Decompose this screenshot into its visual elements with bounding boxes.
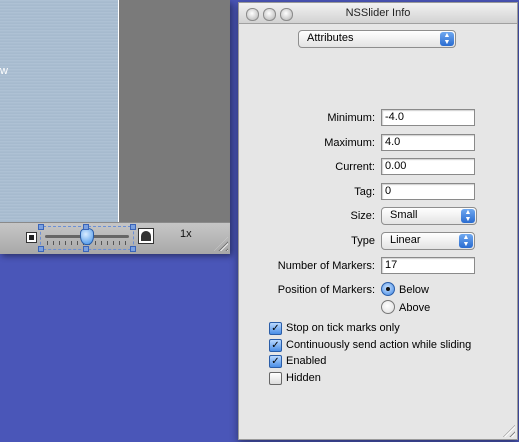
radio-below[interactable] — [381, 282, 395, 296]
continuous-action-label: Continuously send action while sliding — [286, 339, 472, 351]
number-of-markers-label: Number of Markers: — [277, 260, 375, 272]
enabled-checkbox[interactable]: ✓ — [269, 355, 282, 368]
selection-handle[interactable] — [130, 246, 136, 252]
radio-above-label: Above — [399, 302, 431, 314]
section-popup[interactable]: Attributes ▲ ▼ — [298, 30, 456, 48]
radio-above[interactable] — [381, 300, 395, 314]
zoom-slider[interactable] — [38, 224, 136, 252]
current-label: Current: — [335, 161, 375, 173]
hidden-label: Hidden — [286, 372, 321, 384]
type-label: Type — [351, 235, 375, 247]
tag-field[interactable]: 0 — [381, 183, 475, 200]
size-popup[interactable]: Small ▲ ▼ — [381, 207, 477, 225]
tag-label: Tag: — [354, 186, 375, 198]
selection-handle[interactable] — [38, 224, 44, 230]
radio-below-label: Below — [399, 284, 429, 296]
nsslider-info-panel: NSSlider Info Attributes ▲ ▼ Minimum: -4.… — [238, 2, 518, 440]
zoom-bar: 1x — [0, 222, 230, 254]
chevron-updown-icon: ▲ ▼ — [440, 32, 454, 46]
canvas-area[interactable]: w — [0, 0, 119, 223]
continuous-action-checkbox[interactable]: ✓ — [269, 339, 282, 352]
slider-knob[interactable] — [80, 228, 94, 245]
minimum-field[interactable]: -4.0 — [381, 109, 475, 126]
maximum-label: Maximum: — [324, 137, 375, 149]
number-of-markers-field[interactable]: 17 — [381, 257, 475, 274]
hidden-checkbox[interactable] — [269, 372, 282, 385]
chevron-updown-icon: ▲ ▼ — [461, 209, 475, 223]
window-title: NSSlider Info — [345, 7, 411, 19]
zoom-level-label: 1x — [180, 228, 192, 240]
canvas-text: w — [0, 65, 8, 77]
enabled-label: Enabled — [286, 355, 327, 367]
selection-handle[interactable] — [83, 246, 89, 252]
zoom-out-icon[interactable] — [26, 232, 37, 243]
document-window: w 1x — [0, 0, 230, 254]
selection-handle[interactable] — [130, 224, 136, 230]
stop-on-tick-marks-label: Stop on tick marks only — [286, 322, 400, 334]
section-popup-label: Attributes — [307, 32, 354, 44]
minimum-label: Minimum: — [327, 112, 375, 124]
current-field[interactable]: 0.00 — [381, 158, 475, 175]
size-popup-value: Small — [390, 209, 418, 221]
chevron-updown-icon: ▲ ▼ — [459, 234, 473, 248]
position-of-markers-label: Position of Markers: — [277, 284, 375, 296]
title-bar[interactable]: NSSlider Info — [239, 3, 517, 24]
maximum-field[interactable]: 4.0 — [381, 134, 475, 151]
stop-on-tick-marks-checkbox[interactable]: ✓ — [269, 322, 282, 335]
selection-handle[interactable] — [38, 246, 44, 252]
selection-handle[interactable] — [83, 224, 89, 230]
type-popup[interactable]: Linear ▲ ▼ — [381, 232, 475, 250]
size-label: Size: — [350, 210, 375, 222]
zoom-in-icon[interactable] — [138, 228, 154, 244]
type-popup-value: Linear — [390, 234, 421, 246]
resize-grip-icon[interactable] — [503, 425, 515, 437]
